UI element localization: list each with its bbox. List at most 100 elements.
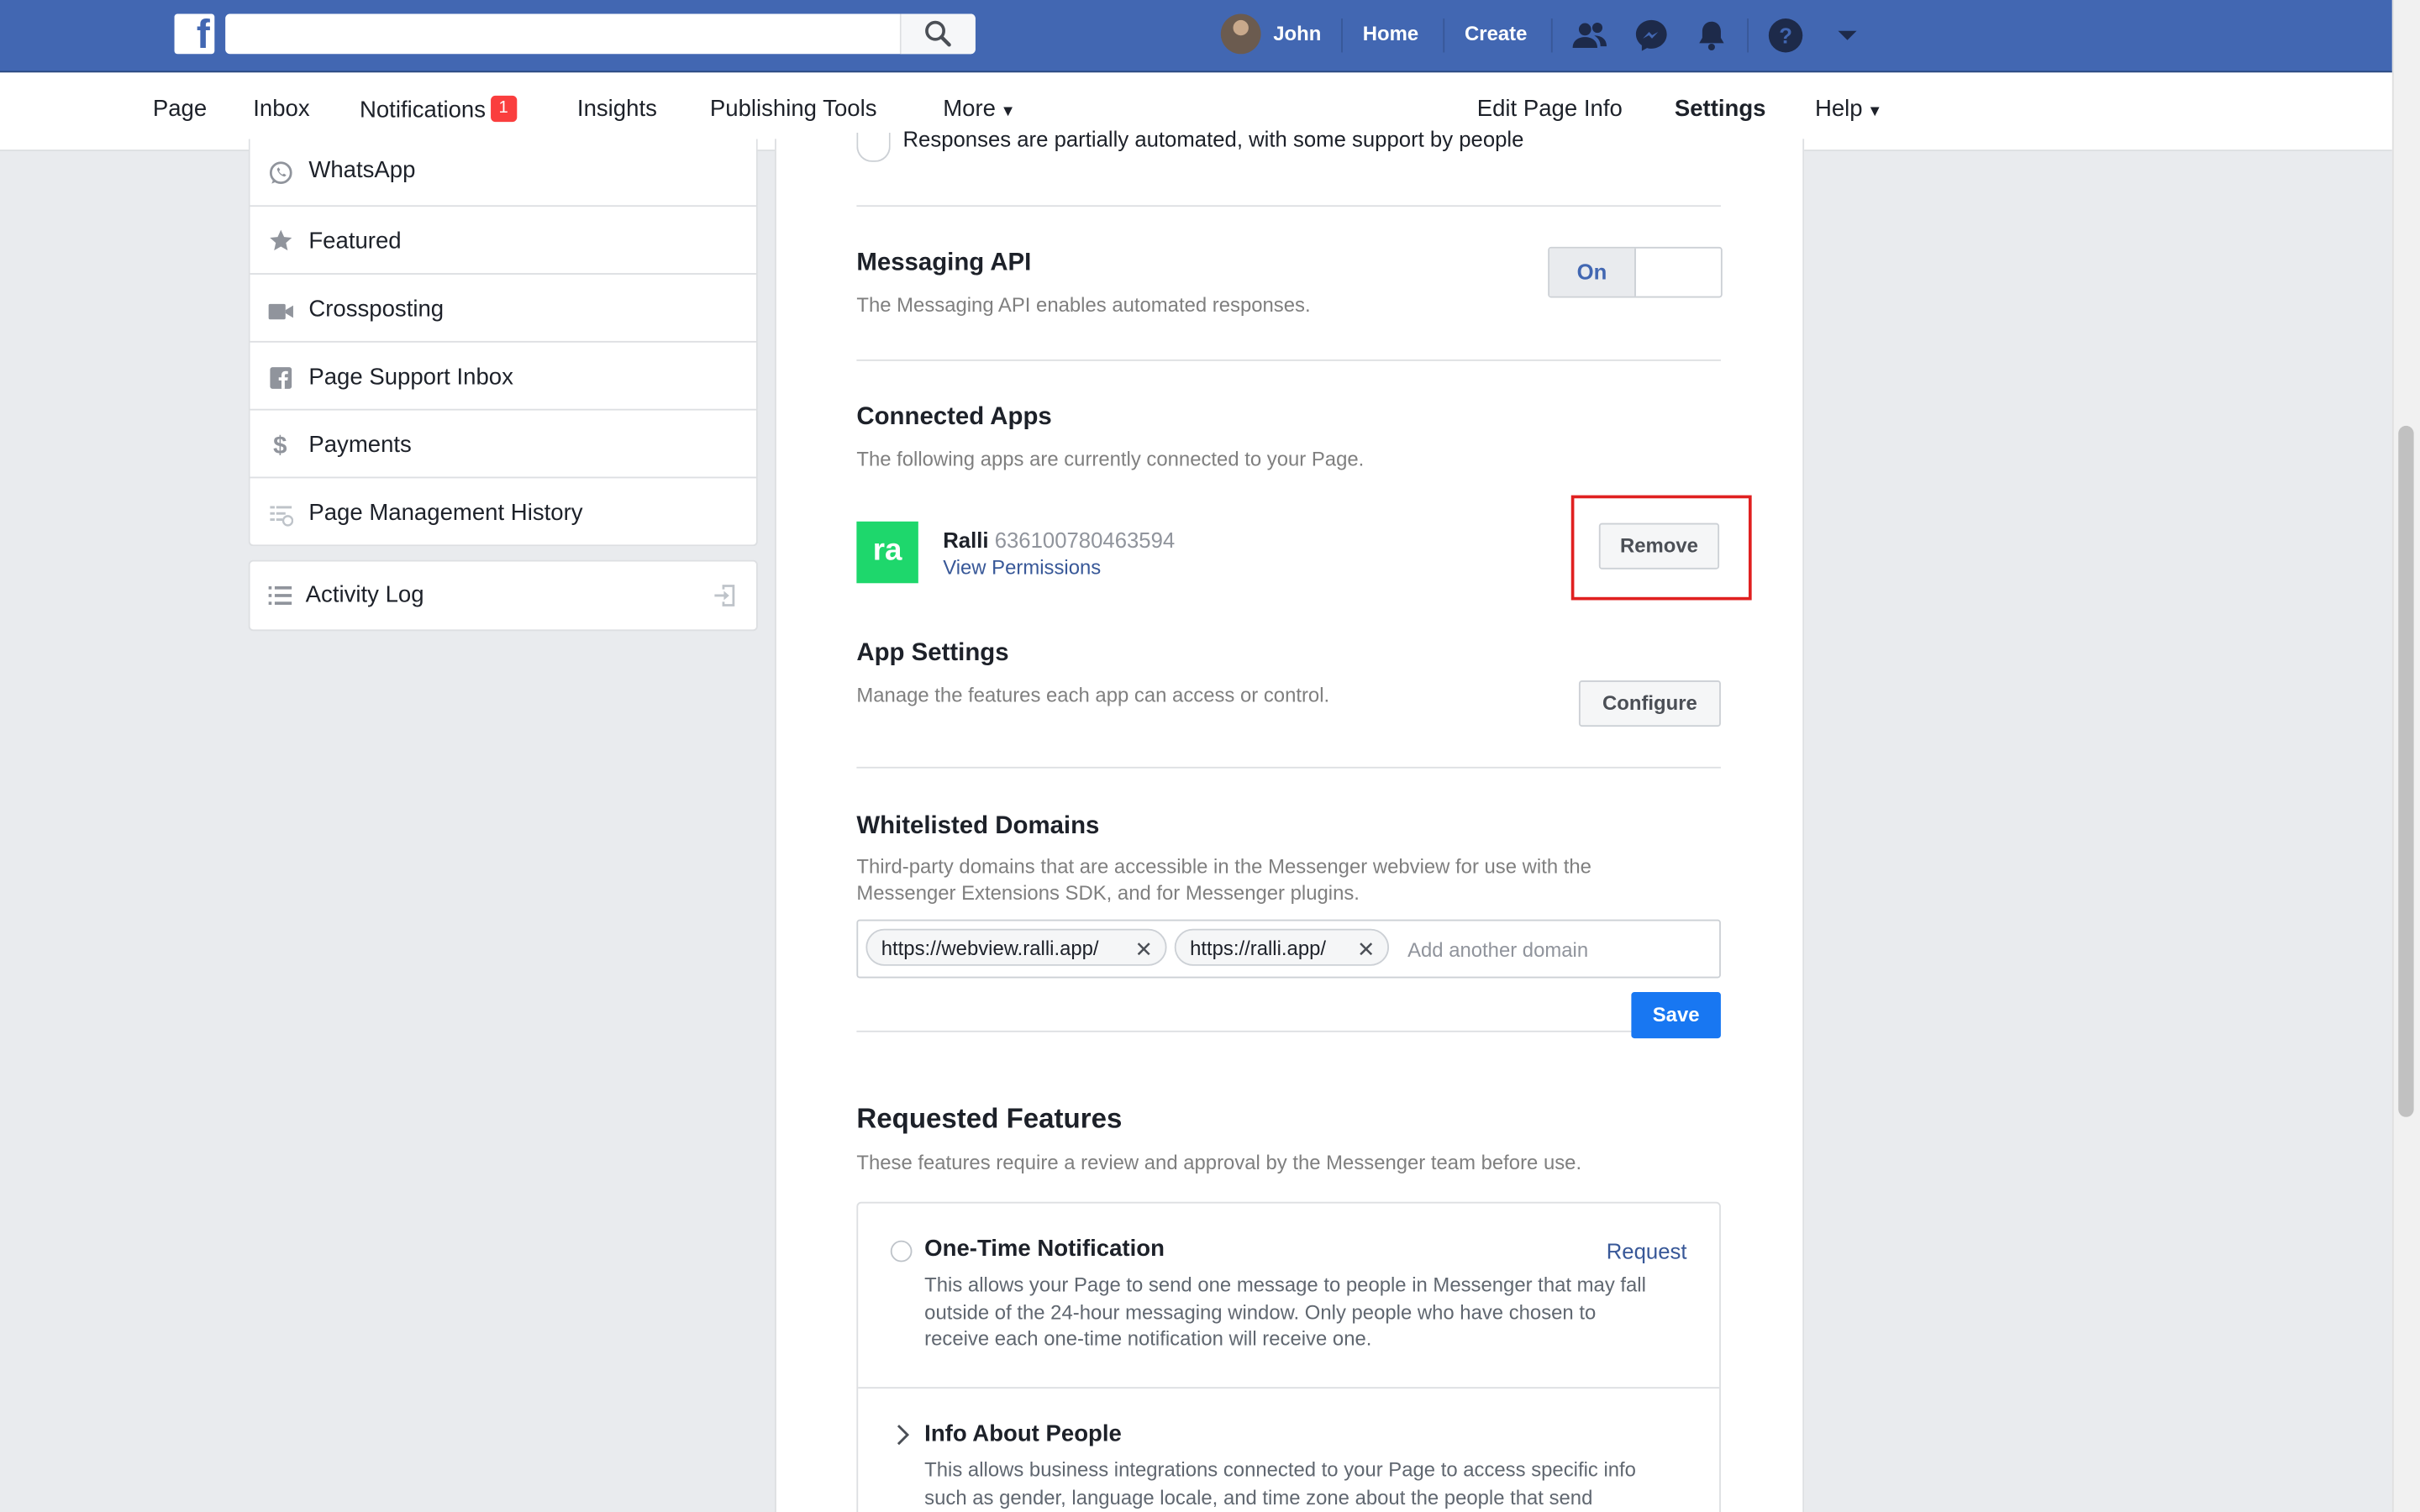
- sidebar-item-label: Crossposting: [308, 296, 445, 323]
- search-icon: [925, 20, 951, 47]
- messenger-platform-settings-panel: Responses are partially automated, with …: [775, 127, 1805, 1512]
- top-navigation-bar: f John Home Create ?: [0, 0, 2392, 73]
- page-scrollbar-thumb[interactable]: [2398, 425, 2414, 1117]
- tab-settings[interactable]: Settings: [1675, 96, 1766, 122]
- whatsapp-icon: [269, 161, 292, 185]
- avatar[interactable]: [1220, 13, 1261, 55]
- caret-down-icon: ▼: [1867, 103, 1883, 121]
- sidebar-item-crossposting[interactable]: Crossposting: [250, 275, 756, 343]
- home-link[interactable]: Home: [1363, 22, 1418, 45]
- requested-features-title: Requested Features: [856, 1103, 1123, 1134]
- app-id: 636100780463594: [994, 528, 1176, 553]
- divider: [858, 1387, 1720, 1389]
- response-option-radio[interactable]: [856, 132, 891, 162]
- toggle-on-label: On: [1549, 248, 1636, 297]
- feature-title-one-time-notification: One-Time Notification: [924, 1236, 1165, 1263]
- feature-description: This allows your Page to send one messag…: [924, 1273, 1646, 1351]
- whitelisted-domains-input[interactable]: https://webview.ralli.app/ ✕ https://ral…: [856, 919, 1721, 979]
- profile-link[interactable]: John: [1273, 22, 1321, 45]
- tab-publishing-tools[interactable]: Publishing Tools: [710, 96, 877, 122]
- notification-count-badge: 1: [490, 95, 517, 123]
- requested-features-list: One-Time Notification Request This allow…: [856, 1201, 1721, 1512]
- tab-more-label: More: [943, 95, 997, 123]
- sidebar-item-label: Page Support Inbox: [308, 364, 513, 391]
- feature-radio[interactable]: [890, 1240, 913, 1263]
- list-icon: [268, 585, 292, 605]
- history-list-icon: [270, 506, 293, 527]
- messenger-icon[interactable]: [1633, 17, 1670, 54]
- activity-log-link[interactable]: Activity Log: [248, 559, 758, 632]
- sidebar-item-page-management-history[interactable]: Page Management History: [250, 478, 756, 544]
- remove-domain-close-icon[interactable]: ✕: [1357, 931, 1376, 968]
- app-name: Ralli: [943, 528, 989, 553]
- feature-title-info-about-people: Info About People: [924, 1420, 1122, 1447]
- app-settings-title: App Settings: [856, 640, 1009, 667]
- caret-down-icon: ▼: [1000, 103, 1016, 121]
- feature-description: This allows business integrations connec…: [924, 1457, 1636, 1509]
- messaging-api-title: Messaging API: [856, 249, 1032, 276]
- domain-chip: https://webview.ralli.app/ ✕: [865, 928, 1167, 968]
- search-button[interactable]: [899, 13, 976, 55]
- tab-more[interactable]: More ▼: [943, 96, 1015, 122]
- divider: [1550, 18, 1553, 53]
- messaging-api-toggle[interactable]: On: [1548, 246, 1723, 298]
- chevron-right-icon[interactable]: [895, 1424, 910, 1446]
- whitelisted-domains-description: Third-party domains that are accessible …: [856, 854, 1591, 905]
- tab-edit-page-info[interactable]: Edit Page Info: [1477, 96, 1623, 122]
- sidebar-item-label: Payments: [308, 432, 412, 459]
- view-permissions-link[interactable]: View Permissions: [943, 555, 1101, 579]
- domain-chip: https://ralli.app/ ✕: [1174, 928, 1390, 968]
- app-settings-description: Manage the features each app can access …: [856, 683, 1330, 707]
- tab-help[interactable]: Help ▼: [1815, 96, 1882, 122]
- tab-notifications[interactable]: Notifications 1: [359, 95, 517, 123]
- divider: [856, 766, 1721, 769]
- divider: [856, 205, 1721, 207]
- search-input[interactable]: [225, 13, 976, 55]
- request-feature-link[interactable]: Request: [1607, 1239, 1687, 1263]
- account-menu-chevron-down-icon[interactable]: [1828, 17, 1865, 54]
- sidebar-item-label: WhatsApp: [308, 157, 416, 184]
- friend-requests-icon[interactable]: [1571, 17, 1608, 54]
- response-option-label: Responses are partially automated, with …: [902, 126, 1524, 151]
- divider: [1341, 18, 1343, 53]
- divider: [1747, 18, 1749, 53]
- sidebar-item-whatsapp[interactable]: WhatsApp: [250, 139, 756, 207]
- dollar-icon: $: [273, 433, 287, 460]
- settings-sidebar: WhatsApp Featured Crossposting Page Supp…: [248, 139, 758, 547]
- facebook-logo-icon[interactable]: f: [174, 11, 215, 57]
- tab-help-label: Help: [1814, 95, 1863, 123]
- add-domain-placeholder[interactable]: Add another domain: [1407, 938, 1588, 962]
- app-name-row: Ralli 636100780463594: [943, 528, 1175, 552]
- configure-button[interactable]: Configure: [1578, 680, 1721, 727]
- tab-page[interactable]: Page: [153, 96, 207, 122]
- divider: [856, 359, 1721, 361]
- tab-notifications-label: Notifications: [359, 97, 487, 123]
- tab-inbox[interactable]: Inbox: [253, 96, 309, 122]
- sidebar-item-page-support-inbox[interactable]: Page Support Inbox: [250, 343, 756, 411]
- svg-text:?: ?: [1779, 24, 1792, 48]
- screen: f John Home Create ? Page Inbox Notifica…: [0, 0, 2420, 1512]
- sidebar-item-label: Featured: [308, 228, 402, 255]
- sidebar-item-payments[interactable]: $ Payments: [250, 411, 756, 479]
- connected-apps-description: The following apps are currently connect…: [856, 447, 1365, 471]
- divider: [856, 1030, 1632, 1032]
- tab-insights[interactable]: Insights: [577, 96, 657, 122]
- notifications-bell-icon[interactable]: [1693, 17, 1730, 54]
- help-icon[interactable]: ?: [1767, 17, 1804, 54]
- ralli-app-logo: ra: [856, 521, 918, 584]
- facebook-square-icon: [270, 367, 292, 389]
- sidebar-item-featured[interactable]: Featured: [250, 207, 756, 275]
- whitelisted-domains-title: Whitelisted Domains: [856, 812, 1100, 840]
- create-link[interactable]: Create: [1465, 22, 1527, 45]
- video-camera-icon: [268, 303, 293, 320]
- save-button[interactable]: Save: [1631, 991, 1721, 1039]
- connected-apps-title: Connected Apps: [856, 404, 1052, 431]
- messaging-api-description: The Messaging API enables automated resp…: [856, 292, 1311, 317]
- star-icon: [270, 229, 292, 251]
- sidebar-item-label: Page Management History: [308, 500, 583, 527]
- domain-chip-label: https://webview.ralli.app/: [881, 936, 1099, 960]
- remove-app-button[interactable]: Remove: [1598, 522, 1720, 570]
- requested-features-description: These features require a review and appr…: [856, 1151, 1582, 1174]
- domain-chip-label: https://ralli.app/: [1190, 936, 1327, 960]
- remove-domain-close-icon[interactable]: ✕: [1134, 931, 1153, 968]
